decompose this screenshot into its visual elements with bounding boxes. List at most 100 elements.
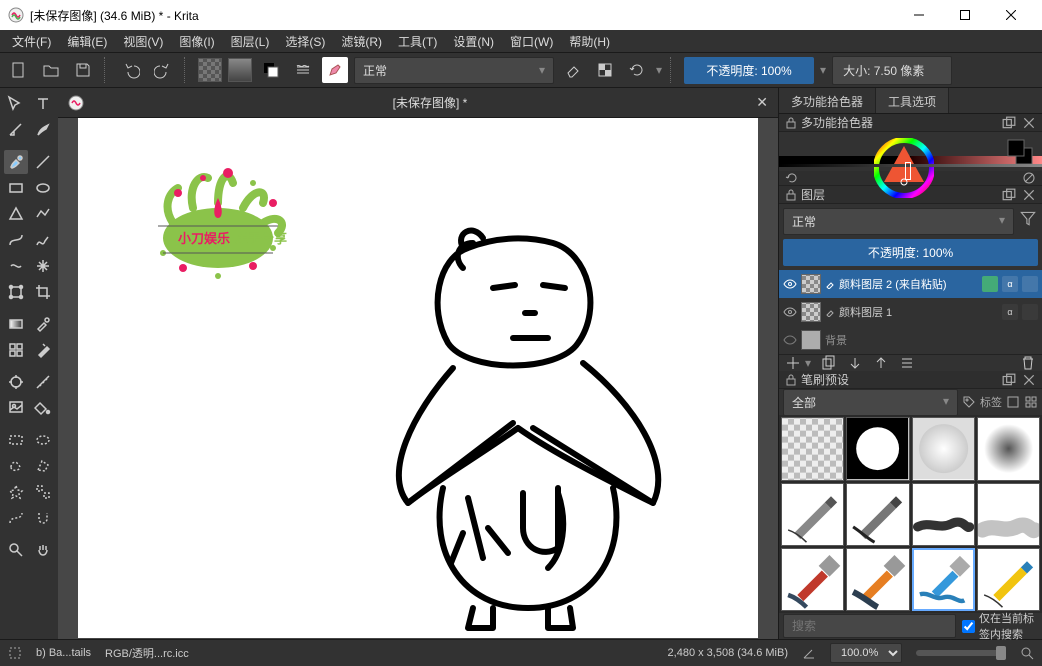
blend-mode-select[interactable]: 正常▾ [354,57,554,84]
preset-charcoal[interactable] [912,483,975,546]
tab-color-picker[interactable]: 多功能拾色器 [779,88,876,113]
similar-select-tool[interactable] [31,480,55,504]
brush-size-slider[interactable]: 大小: 7.50 像素 [832,56,952,85]
preset-brush-orange[interactable] [846,548,909,611]
menu-layer[interactable]: 图层(L) [225,31,276,52]
storage-icon[interactable] [1006,395,1020,409]
smart-fill-tool[interactable] [31,338,55,362]
ellipse-tool[interactable] [31,176,55,200]
freehand-select-tool[interactable] [4,454,28,478]
color-picker-body[interactable] [779,132,1042,156]
preset-search-checkbox[interactable] [962,620,975,633]
menu-view[interactable]: 视图(V) [117,31,169,52]
zoom-slider[interactable] [916,650,1006,656]
bezier-select-tool[interactable] [4,506,28,530]
close-docker-icon[interactable] [1022,373,1036,387]
doc-tab-close-icon[interactable]: ✕ [756,94,768,111]
document-tab[interactable]: [未保存图像] * ✕ [58,88,778,118]
brush-preset-button[interactable] [322,57,348,83]
line-tool[interactable] [31,150,55,174]
selection-status-icon[interactable] [8,646,22,660]
preset-brush-red[interactable] [781,548,844,611]
eye-icon[interactable] [783,277,797,291]
preset-eraser-checker[interactable] [781,417,844,480]
block-icon[interactable] [1022,171,1036,185]
crop-tool[interactable] [31,280,55,304]
float-icon[interactable] [1002,116,1016,130]
preset-eraser-hard[interactable] [846,417,909,480]
angle-icon[interactable] [802,646,816,660]
alpha-lock-button[interactable] [592,57,618,83]
layer-prop-badge[interactable] [1022,276,1038,292]
bezier-tool[interactable] [4,228,28,252]
polyline-tool[interactable] [31,202,55,226]
rect-tool[interactable] [4,176,28,200]
assistant-tool[interactable] [4,370,28,394]
menu-edit[interactable]: 编辑(E) [61,31,113,52]
alpha-badge[interactable]: α [1002,276,1018,292]
pan-tool[interactable] [31,538,55,562]
reference-tool[interactable] [4,396,28,420]
preset-search-input[interactable] [783,614,956,638]
refresh-icon[interactable] [785,171,799,185]
eye-icon[interactable] [783,333,797,347]
magnetic-select-tool[interactable] [31,506,55,530]
gradient-tool[interactable] [4,312,28,336]
close-docker-icon[interactable] [1022,116,1036,130]
multi-brush-tool[interactable] [31,254,55,278]
move-up-icon[interactable] [873,355,889,371]
undo-button[interactable] [118,57,144,83]
color-profile[interactable]: RGB/透明...rc.icc [105,645,189,661]
preset-airbrush[interactable] [977,417,1040,480]
menu-file[interactable]: 文件(F) [6,31,57,52]
reload-brush-button[interactable] [624,57,650,83]
close-docker-icon[interactable] [1022,188,1036,202]
menu-select[interactable]: 选择(S) [279,31,331,52]
canvas[interactable]: 小刀娱乐 乐于分享 [78,118,758,638]
shape-edit-tool[interactable] [4,118,28,142]
move-down-icon[interactable] [847,355,863,371]
redo-button[interactable] [150,57,176,83]
menu-window[interactable]: 窗口(W) [504,31,559,52]
color-picker-tool[interactable] [31,312,55,336]
pattern-edit-tool[interactable] [4,338,28,362]
ellipse-select-tool[interactable] [31,428,55,452]
brush-edit-button[interactable] [290,57,316,83]
zoom-select[interactable]: 100.0% [830,643,902,663]
calligraphy-tool[interactable] [31,118,55,142]
layer-badge[interactable] [982,276,998,292]
new-doc-button[interactable] [6,57,32,83]
tab-tool-options[interactable]: 工具选项 [876,88,949,113]
preset-pencil-yellow[interactable] [977,548,1040,611]
filter-icon[interactable] [1018,208,1038,228]
open-button[interactable] [38,57,64,83]
preset-eraser-soft[interactable] [912,417,975,480]
poly-select-tool[interactable] [31,454,55,478]
transform-tool[interactable] [4,280,28,304]
delete-layer-icon[interactable] [1020,355,1036,371]
opacity-slider[interactable]: 不透明度: 100% [684,57,814,84]
layer-prop-badge[interactable] [1022,304,1038,320]
menu-image[interactable]: 图像(I) [173,31,220,52]
zoom-tool[interactable] [4,538,28,562]
eye-icon[interactable] [783,305,797,319]
add-layer-icon[interactable] [785,355,801,371]
preset-brush-blue[interactable] [912,548,975,611]
move-tool[interactable] [4,92,28,116]
maximize-button[interactable] [942,0,988,30]
polygon-tool[interactable] [4,202,28,226]
view-mode-icon[interactable] [1024,395,1038,409]
layer-row[interactable]: 背景 [779,326,1042,354]
eraser-toggle[interactable] [560,57,586,83]
float-icon[interactable] [1002,373,1016,387]
lock-icon[interactable] [785,189,797,201]
tag-icon[interactable] [962,395,976,409]
lock-icon[interactable] [785,374,797,386]
menu-filter[interactable]: 滤镜(R) [335,31,388,52]
menu-tools[interactable]: 工具(T) [392,31,443,52]
close-button[interactable] [988,0,1034,30]
measure-tool[interactable] [31,370,55,394]
preset-pencil-1[interactable] [781,483,844,546]
layer-props-icon[interactable] [899,355,915,371]
gradient-swatch[interactable] [228,58,252,82]
